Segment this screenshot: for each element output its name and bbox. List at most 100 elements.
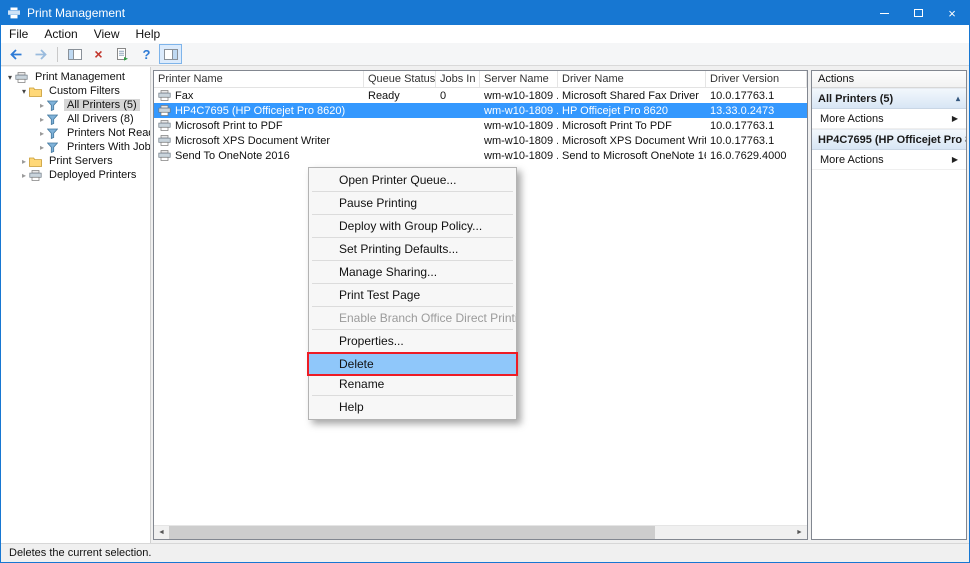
chevron-collapsed-icon[interactable]: ▸ (37, 115, 47, 124)
delete-icon: × (94, 47, 102, 61)
tree-label: Printers With Jobs (64, 141, 151, 153)
more-actions-label: More Actions (820, 113, 884, 125)
cell-jobs-in (436, 148, 480, 163)
tree-item-all-drivers[interactable]: ▸ All Drivers (8) (1, 112, 150, 126)
tree-label: Custom Filters (46, 85, 123, 97)
minimize-button[interactable] (867, 1, 901, 25)
column-header-driver-version[interactable]: Driver Version (706, 71, 807, 87)
context-menu-open-printer-queue[interactable]: Open Printer Queue... (309, 170, 516, 190)
scroll-right-icon[interactable]: ► (792, 526, 807, 539)
column-header-driver-name[interactable]: Driver Name (558, 71, 706, 87)
collapse-section-icon[interactable]: ▴ (952, 94, 960, 103)
more-actions-label: More Actions (820, 154, 884, 166)
tree-item-print-management[interactable]: ▾ Print Management (1, 70, 150, 84)
close-icon: × (948, 6, 956, 21)
context-menu-rename[interactable]: Rename (309, 374, 516, 394)
cell-printer-name: Fax (175, 90, 193, 102)
forward-button[interactable] (29, 44, 52, 64)
cell-jobs-in (436, 118, 480, 133)
tree-item-custom-filters[interactable]: ▾ Custom Filters (1, 84, 150, 98)
tree-item-printers-not-ready[interactable]: ▸ Printers Not Ready (1, 126, 150, 140)
scrollbar-thumb[interactable] (169, 526, 655, 539)
printer-icon (29, 170, 46, 181)
printer-row-hp4c7695[interactable]: HP4C7695 (HP Officejet Pro 8620) wm-w10-… (154, 103, 807, 118)
chevron-collapsed-icon[interactable]: ▸ (37, 143, 47, 152)
more-actions-all-printers[interactable]: More Actions ▶ (812, 109, 966, 129)
tree-item-all-printers[interactable]: ▸ All Printers (5) (1, 98, 150, 112)
context-menu-deploy-with-group-policy[interactable]: Deploy with Group Policy... (309, 216, 516, 236)
menu-view[interactable]: View (86, 25, 128, 43)
context-menu-pause-printing[interactable]: Pause Printing (309, 193, 516, 213)
delete-button[interactable]: × (87, 44, 110, 64)
maximize-icon (914, 9, 923, 17)
menu-file[interactable]: File (1, 25, 36, 43)
column-header-server-name[interactable]: Server Name (480, 71, 558, 87)
horizontal-scrollbar[interactable]: ◄ ► (154, 525, 807, 539)
context-menu-delete[interactable]: Delete (309, 354, 516, 374)
cell-jobs-in: 0 (436, 88, 480, 103)
cell-driver-name: Microsoft Print To PDF (558, 118, 706, 133)
filter-icon (47, 100, 64, 111)
column-header-jobs-in[interactable]: Jobs In ... (436, 71, 480, 87)
back-button[interactable] (5, 44, 28, 64)
cell-driver-name: HP Officejet Pro 8620 (558, 103, 706, 118)
cell-driver-name: Send to Microsoft OneNote 16 Dri... (558, 148, 706, 163)
toolbar-separator (57, 47, 58, 62)
cell-queue-status (364, 148, 436, 163)
printer-context-menu: Open Printer Queue... Pause Printing Dep… (308, 167, 517, 420)
show-action-pane-button[interactable] (159, 44, 182, 64)
folder-icon (29, 156, 46, 167)
chevron-expanded-icon[interactable]: ▾ (5, 73, 15, 82)
menu-action[interactable]: Action (36, 25, 85, 43)
context-menu-help[interactable]: Help (309, 397, 516, 417)
show-console-tree-button[interactable] (63, 44, 86, 64)
help-button[interactable]: ? (135, 44, 158, 64)
menu-separator (312, 395, 513, 396)
cell-queue-status (364, 118, 436, 133)
chevron-expanded-icon[interactable]: ▾ (19, 87, 29, 96)
chevron-collapsed-icon[interactable]: ▸ (37, 129, 47, 138)
scrollbar-track[interactable] (169, 526, 792, 539)
printer-row-microsoft-print-to-pdf[interactable]: Microsoft Print to PDF wm-w10-1809 ... M… (154, 118, 807, 133)
cell-server-name: wm-w10-1809 ... (480, 118, 558, 133)
tree-item-print-servers[interactable]: ▸ Print Servers (1, 154, 150, 168)
cell-queue-status: Ready (364, 88, 436, 103)
chevron-collapsed-icon[interactable]: ▸ (37, 101, 47, 110)
filter-icon (47, 142, 64, 153)
tree-item-printers-with-jobs[interactable]: ▸ Printers With Jobs (1, 140, 150, 154)
context-menu-properties[interactable]: Properties... (309, 331, 516, 351)
title-bar: Print Management × (1, 1, 969, 25)
actions-section-all-printers[interactable]: All Printers (5) ▴ (812, 88, 966, 109)
cell-driver-version: 10.0.17763.1 (706, 88, 807, 103)
scroll-left-icon[interactable]: ◄ (154, 526, 169, 539)
window-title: Print Management (27, 6, 125, 20)
more-actions-hp4c7695[interactable]: More Actions ▶ (812, 150, 966, 170)
actions-pane: Actions All Printers (5) ▴ More Actions … (811, 70, 967, 540)
cell-server-name: wm-w10-1809 ... (480, 133, 558, 148)
column-header-printer-name[interactable]: Printer Name (154, 71, 364, 87)
maximize-button[interactable] (901, 1, 935, 25)
menu-separator (312, 329, 513, 330)
cell-jobs-in (436, 133, 480, 148)
context-menu-set-printing-defaults[interactable]: Set Printing Defaults... (309, 239, 516, 259)
printer-row-fax[interactable]: Fax Ready 0 wm-w10-1809 ... Microsoft Sh… (154, 88, 807, 103)
column-header-queue-status[interactable]: Queue Status (364, 71, 436, 87)
chevron-collapsed-icon[interactable]: ▸ (19, 171, 29, 180)
tree-item-deployed-printers[interactable]: ▸ Deployed Printers (1, 168, 150, 182)
context-menu-manage-sharing[interactable]: Manage Sharing... (309, 262, 516, 282)
cell-printer-name: Microsoft Print to PDF (175, 120, 283, 132)
printer-icon (158, 105, 171, 116)
tree-label: Printers Not Ready (64, 127, 151, 139)
printer-row-microsoft-xps-document-writer[interactable]: Microsoft XPS Document Writer wm-w10-180… (154, 133, 807, 148)
close-button[interactable]: × (935, 1, 969, 25)
context-menu-print-test-page[interactable]: Print Test Page (309, 285, 516, 305)
export-list-button[interactable] (111, 44, 134, 64)
cell-driver-version: 10.0.17763.1 (706, 133, 807, 148)
console-tree-icon (68, 49, 82, 60)
chevron-collapsed-icon[interactable]: ▸ (19, 157, 29, 166)
menu-help[interactable]: Help (128, 25, 169, 43)
printer-icon (158, 90, 171, 101)
printer-row-send-to-onenote[interactable]: Send To OneNote 2016 wm-w10-1809 ... Sen… (154, 148, 807, 163)
actions-section-hp4c7695[interactable]: HP4C7695 (HP Officejet Pro 8620) ▴ (812, 129, 966, 150)
actions-section-header: HP4C7695 (HP Officejet Pro 8620) (818, 134, 966, 146)
